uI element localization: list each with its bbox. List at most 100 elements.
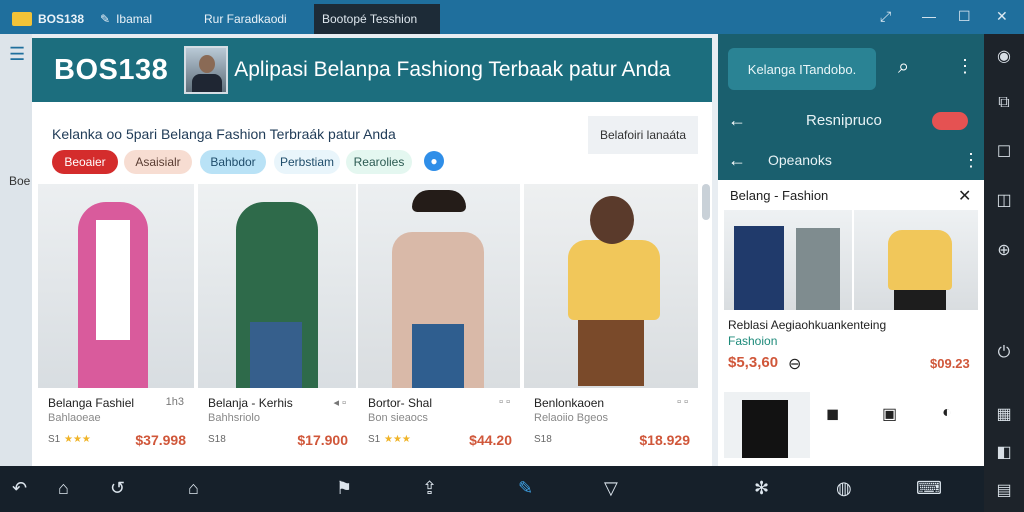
tab-icon: ✎ bbox=[100, 12, 111, 26]
page-subtitle: Aplipasi Belanpa Fashiong Terbaak patur … bbox=[234, 58, 671, 81]
bookmark-icon[interactable]: ⚑ bbox=[336, 478, 352, 499]
camera-icon[interactable]: ◍ bbox=[836, 478, 852, 499]
tab-1[interactable]: ✎ Ibamal bbox=[92, 4, 192, 34]
tab-2[interactable]: Rur Faradkaodi bbox=[196, 4, 314, 34]
files-icon[interactable]: ▦ bbox=[994, 404, 1014, 424]
product-image bbox=[198, 184, 356, 388]
app-header: BOS138 Aplipasi Belanpa Fashiong Terbaak… bbox=[32, 38, 712, 102]
power-icon[interactable]: ⏻ bbox=[994, 344, 1014, 364]
product-subtitle: Relaoiio Bgeos bbox=[534, 412, 608, 424]
window-icon[interactable]: ◫ bbox=[994, 190, 1014, 210]
product-rating: ★★★ bbox=[64, 434, 91, 445]
keyboard-icon[interactable]: ⌨ bbox=[916, 478, 942, 499]
preview-image[interactable] bbox=[724, 210, 852, 310]
chip-3[interactable]: Bahbdor bbox=[200, 150, 266, 174]
settings-icon[interactable]: ✻ bbox=[754, 478, 769, 499]
product-rating: ★★★ bbox=[384, 434, 411, 445]
tab-3[interactable]: Bootopé Tesshion bbox=[314, 4, 440, 34]
product-subtitle: Bon sieaocs bbox=[368, 412, 428, 424]
thumb-image[interactable] bbox=[724, 392, 810, 458]
chip-1[interactable]: Beoaier bbox=[52, 150, 118, 174]
recent-icon[interactable]: ↺ bbox=[110, 478, 125, 499]
screen-icon[interactable]: ☐ bbox=[994, 142, 1014, 162]
product-price: $18.929 bbox=[639, 432, 690, 448]
gallery-icon[interactable]: ▣ bbox=[882, 404, 897, 424]
split-icon[interactable]: ◧ bbox=[994, 442, 1014, 462]
product-price: $37.998 bbox=[135, 432, 186, 448]
item-price: $5,3,60 bbox=[728, 354, 779, 371]
remove-icon[interactable]: ⊖ bbox=[788, 354, 801, 374]
tab-label: BOS138 bbox=[37, 12, 84, 26]
menu-icon[interactable]: ☰ bbox=[9, 44, 25, 65]
search-icon[interactable]: ⌕ bbox=[898, 56, 909, 79]
item-category: Fashoion bbox=[728, 334, 778, 348]
row-title: Resnipruco bbox=[806, 112, 882, 129]
product-subtitle: Bahlaoeae bbox=[48, 412, 101, 424]
edit-icon[interactable]: ✎ bbox=[518, 478, 533, 499]
left-sidebar-strip bbox=[0, 34, 32, 466]
tab-label: Rur Faradkaodi bbox=[204, 12, 287, 26]
chip-2[interactable]: Asaisialr bbox=[124, 150, 192, 174]
more-vert-icon[interactable]: ⋮ bbox=[962, 150, 980, 171]
minimize-icon[interactable]: — bbox=[922, 8, 936, 24]
product-subtitle: Bahhsriolo bbox=[208, 412, 260, 424]
back-icon[interactable]: ↶ bbox=[12, 478, 27, 499]
chat-icon[interactable]: ● bbox=[424, 151, 444, 171]
info-icon[interactable]: ◐ bbox=[942, 404, 952, 422]
product-meta: S18 bbox=[534, 434, 552, 445]
more-vert-icon[interactable]: ⋮ bbox=[956, 56, 974, 77]
grid-icon[interactable]: ▤ bbox=[994, 480, 1014, 500]
profile-icon[interactable]: ◉ bbox=[994, 46, 1014, 66]
tab-label: Ibamal bbox=[116, 12, 153, 26]
product-card[interactable]: Bortor- Shal ▫ ▫ Bon sieaocs S1 ★★★ $44.… bbox=[358, 184, 520, 464]
chip-5[interactable]: Rearolies bbox=[346, 150, 412, 174]
section-title: Kelanka oo 5pari Belanga Fashion Terbraá… bbox=[52, 126, 396, 142]
share-icon[interactable]: ⇪ bbox=[422, 478, 437, 499]
scrollbar[interactable] bbox=[702, 184, 710, 220]
product-price: $44.20 bbox=[469, 432, 512, 448]
product-tag: ◂ ▫ bbox=[333, 397, 346, 409]
product-card[interactable]: Benlonkaoen ▫ ▫ Relaoiio Bgeos S18 $18.9… bbox=[524, 184, 698, 464]
close-icon[interactable]: ✕ bbox=[958, 186, 971, 206]
tab-bos138[interactable]: BOS138 bbox=[4, 4, 92, 34]
close-icon[interactable]: ✕ bbox=[996, 8, 1008, 25]
chat-icon[interactable]: ◼ bbox=[826, 404, 839, 424]
product-image bbox=[524, 184, 698, 388]
avatar[interactable] bbox=[184, 46, 229, 94]
product-card[interactable]: Belanja - Kerhis ◂ ▫ Bahhsriolo S18 $17.… bbox=[198, 184, 356, 464]
item-title: Reblasi Aegiaohkuankenteing bbox=[728, 318, 887, 332]
chip-4[interactable]: Perbstiam bbox=[274, 150, 340, 174]
item-price-right: $09.23 bbox=[930, 356, 970, 371]
section-button[interactable]: Belafoiri lanaáta bbox=[588, 116, 698, 154]
brand-title: BOS138 bbox=[54, 53, 169, 86]
product-tag: ▫ ▫ bbox=[677, 396, 688, 408]
filter-icon[interactable]: ▽ bbox=[604, 478, 618, 499]
product-title: Belanga Fashiel bbox=[48, 396, 135, 410]
preview-image[interactable] bbox=[854, 210, 978, 310]
product-tag: 1h3 bbox=[165, 396, 184, 408]
copy-icon[interactable]: ⧉ bbox=[994, 94, 1014, 114]
product-image bbox=[38, 184, 194, 388]
maximize-icon[interactable]: ☐ bbox=[958, 8, 971, 25]
toggle-switch[interactable] bbox=[932, 112, 968, 130]
product-title: Belanja - Kerhis bbox=[208, 396, 293, 410]
back-arrow-icon[interactable]: ← bbox=[728, 110, 746, 131]
row-title: Opeanoks bbox=[768, 152, 832, 168]
pin-icon[interactable]: ⤢ bbox=[880, 8, 891, 25]
product-image bbox=[358, 184, 520, 388]
search-pill[interactable]: Kelanga ITandobo. bbox=[728, 48, 876, 90]
product-card[interactable]: Belanga Fashiel 1h3 Bahlaoeae S1 ★★★ $37… bbox=[38, 184, 194, 464]
product-tag: ▫ ▫ bbox=[499, 396, 510, 408]
home-outline-icon[interactable]: ⌂ bbox=[188, 478, 199, 499]
product-meta: S1 bbox=[48, 434, 61, 445]
home-icon[interactable]: ⌂ bbox=[58, 478, 69, 499]
location-icon[interactable]: ⊕ bbox=[994, 240, 1014, 260]
product-meta: S18 bbox=[208, 434, 226, 445]
product-price: $17.900 bbox=[297, 432, 348, 448]
app-logo-icon bbox=[12, 12, 32, 26]
product-title: Benlonkaoen bbox=[534, 396, 605, 410]
side-label: Boe bbox=[9, 174, 31, 188]
product-meta: S1 bbox=[368, 434, 381, 445]
filter-title: Belang - Fashion bbox=[730, 188, 829, 203]
back-arrow-icon[interactable]: ← bbox=[728, 150, 746, 171]
